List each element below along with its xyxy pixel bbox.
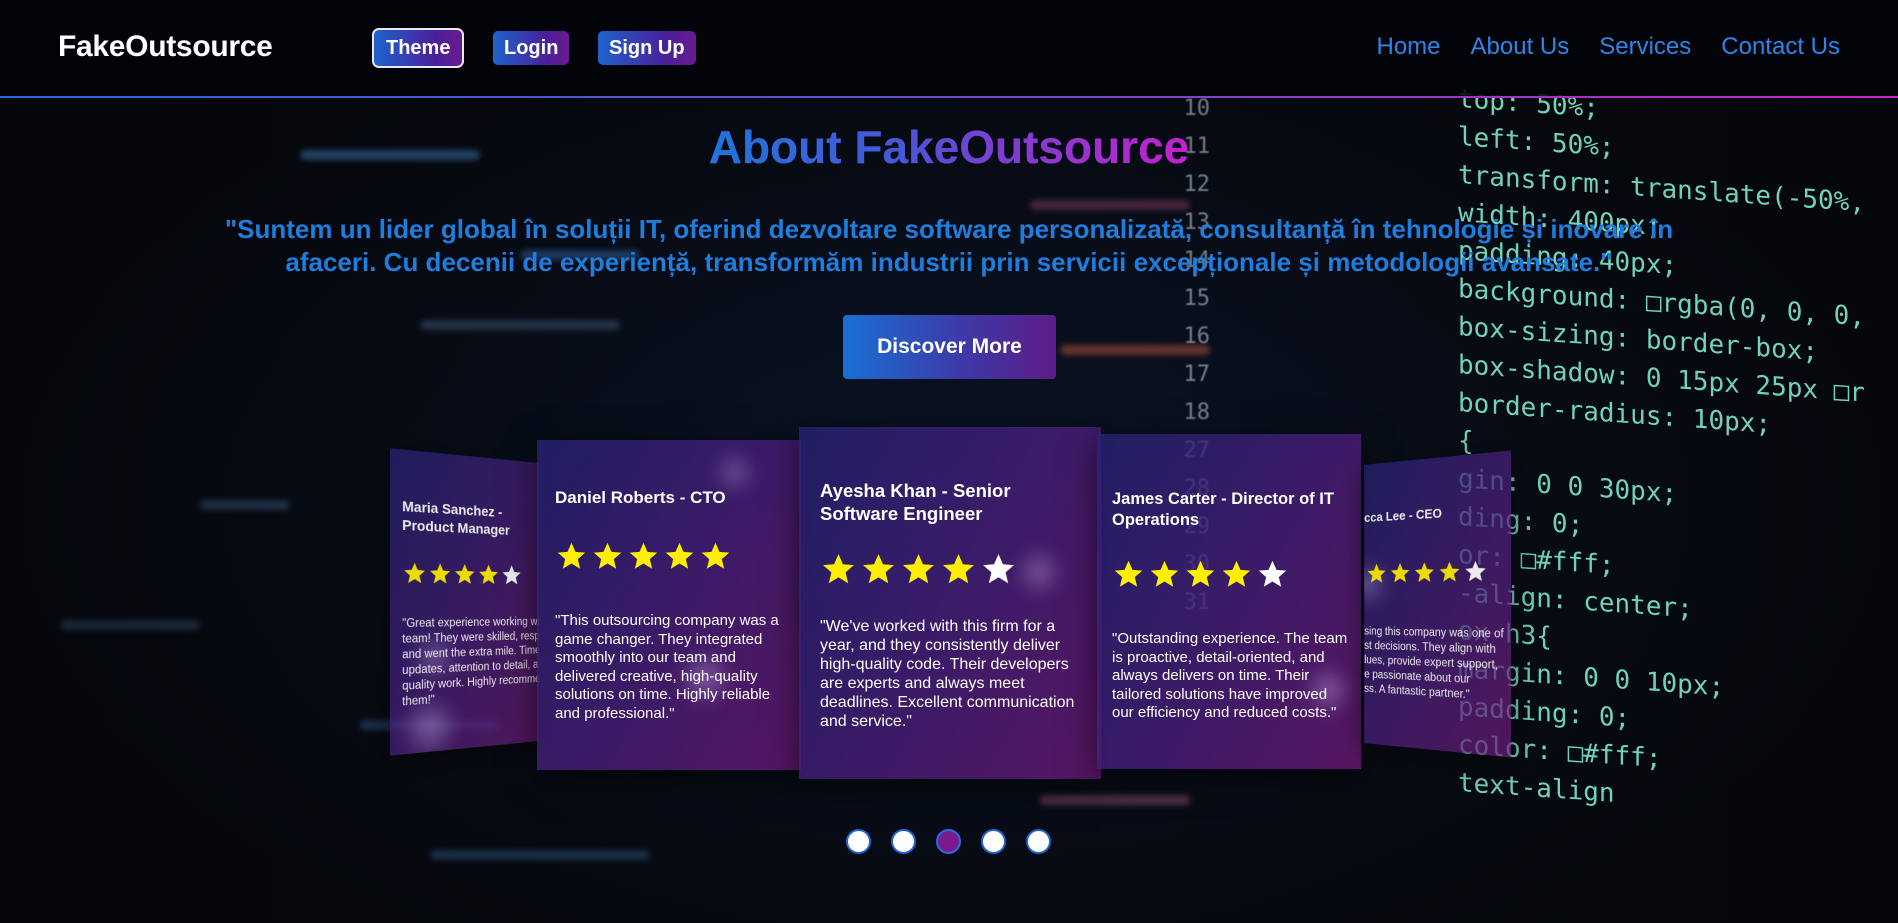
bg-blur xyxy=(60,620,200,630)
bg-blur xyxy=(420,320,620,330)
star-filled-icon xyxy=(454,563,475,584)
bg-blur xyxy=(200,500,290,510)
bg-blur xyxy=(430,850,650,860)
carousel-dots xyxy=(846,829,1051,854)
testimonial-card[interactable]: James Carter - Director of IT Operations… xyxy=(1097,434,1361,769)
star-filled-icon xyxy=(1439,561,1460,582)
star-empty-icon xyxy=(502,564,521,585)
brand-logo[interactable]: FakeOutsource xyxy=(58,30,273,64)
star-filled-icon xyxy=(943,554,974,584)
signup-button[interactable]: Sign Up xyxy=(598,31,696,65)
carousel-dot[interactable] xyxy=(981,829,1006,854)
rating-stars xyxy=(1112,558,1292,591)
testimonial-card[interactable]: Daniel Roberts - CTO "This outsourcing c… xyxy=(537,440,801,770)
star-filled-icon xyxy=(430,563,451,584)
rating-stars xyxy=(555,540,735,573)
login-button[interactable]: Login xyxy=(493,31,570,65)
star-filled-icon xyxy=(1414,562,1434,583)
star-filled-icon xyxy=(863,554,894,584)
testimonial-text: "We've worked with this firm for a year,… xyxy=(820,618,1075,730)
testimonial-card[interactable]: Maria Sanchez - Product Manager "Great e… xyxy=(389,448,539,756)
star-empty-icon xyxy=(1465,560,1486,582)
nav-link-home[interactable]: Home xyxy=(1377,33,1441,61)
testimonial-text: sing this company was one of st decision… xyxy=(1364,625,1504,702)
testimonial-author: Ayesha Khan - Senior Software Engineer xyxy=(820,480,1011,524)
testimonial-author: Daniel Roberts - CTO xyxy=(555,488,726,507)
carousel-dot[interactable] xyxy=(846,829,871,854)
star-filled-icon xyxy=(479,564,498,585)
testimonial-author: cca Lee - CEO xyxy=(1364,505,1442,525)
star-filled-icon xyxy=(903,554,934,584)
star-filled-icon xyxy=(557,542,586,569)
carousel-dot[interactable] xyxy=(936,829,961,854)
star-filled-icon xyxy=(593,542,622,569)
nav-link-services[interactable]: Services xyxy=(1599,33,1691,61)
nav-link-about[interactable]: About Us xyxy=(1471,33,1570,61)
star-filled-icon xyxy=(1150,560,1179,587)
testimonial-text: "This outsourcing company was a game cha… xyxy=(555,612,779,722)
discover-more-button[interactable]: Discover More xyxy=(843,315,1056,379)
testimonial-author: James Carter - Director of IT Operations xyxy=(1112,490,1334,529)
theme-button[interactable]: Theme xyxy=(372,28,465,68)
testimonial-card[interactable]: Ayesha Khan - Senior Software Engineer "… xyxy=(799,427,1101,779)
star-filled-icon xyxy=(823,554,854,584)
star-empty-icon xyxy=(983,554,1014,584)
star-filled-icon xyxy=(404,562,425,584)
company-quote: "Suntem un lider global în soluții IT, o… xyxy=(224,214,1674,277)
testimonial-text: "Great experience working with team! The… xyxy=(402,616,539,709)
star-filled-icon xyxy=(1222,560,1251,587)
navbar: FakeOutsource Theme Login Sign Up Home A… xyxy=(0,0,1898,98)
code-snippet: top: 50%; left: 50%; transform: translat… xyxy=(1458,84,1865,809)
rating-stars xyxy=(820,551,1020,588)
rating-stars xyxy=(1366,558,1490,586)
testimonial-text: "Outstanding experience. The team is pro… xyxy=(1112,630,1348,721)
star-filled-icon xyxy=(1390,562,1410,583)
testimonial-author: Maria Sanchez - Product Manager xyxy=(402,497,510,538)
star-filled-icon xyxy=(1367,563,1386,583)
page-title: About FakeOutsource xyxy=(0,120,1898,174)
nav-link-contact[interactable]: Contact Us xyxy=(1721,33,1840,61)
star-filled-icon xyxy=(1186,560,1215,587)
star-filled-icon xyxy=(665,542,694,569)
testimonial-card[interactable]: cca Lee - CEO sing this company was one … xyxy=(1364,450,1512,758)
star-empty-icon xyxy=(1258,560,1287,587)
carousel-dot[interactable] xyxy=(1026,829,1051,854)
rating-stars xyxy=(402,560,523,587)
nav-links: Home About Us Services Contact Us xyxy=(1377,33,1841,61)
star-filled-icon xyxy=(701,542,730,569)
star-filled-icon xyxy=(629,542,658,569)
star-filled-icon xyxy=(1114,560,1143,587)
carousel-dot[interactable] xyxy=(891,829,916,854)
